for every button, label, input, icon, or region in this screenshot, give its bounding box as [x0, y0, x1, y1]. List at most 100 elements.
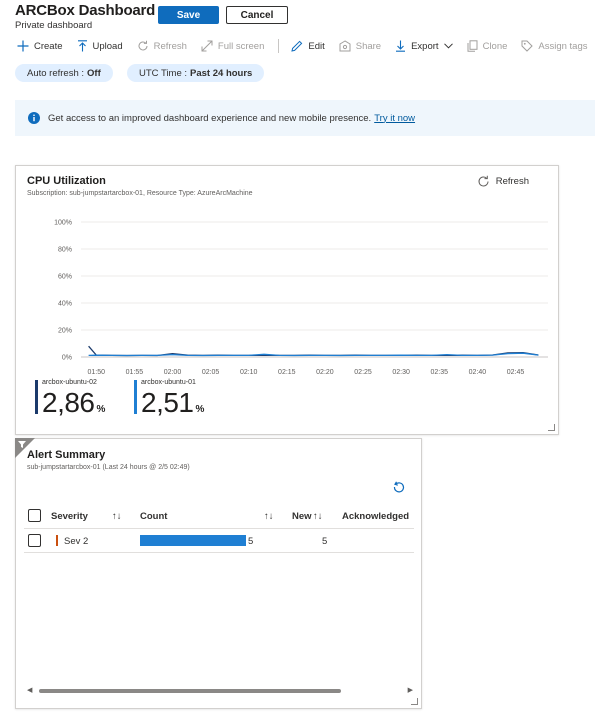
- undo-icon[interactable]: [392, 481, 405, 495]
- refresh-icon: [138, 40, 148, 51]
- scroll-left-icon[interactable]: ◀: [27, 686, 32, 694]
- upload-button[interactable]: Upload: [77, 40, 123, 52]
- auto-refresh-label: Auto refresh :: [27, 67, 85, 79]
- kpi-ubuntu-02-color-bar: [35, 380, 38, 414]
- sort-severity-icon[interactable]: ↑↓: [112, 511, 122, 522]
- alert-summary-tile[interactable]: Alert Summary sub-jumpstartarcbox-01 (La…: [15, 438, 422, 709]
- auto-refresh-filter[interactable]: Auto refresh : Off: [15, 64, 113, 82]
- banner-text: Get access to an improved dashboard expe…: [48, 112, 372, 124]
- header-divider: [24, 528, 414, 529]
- series-line-ubuntu-01: [88, 352, 539, 357]
- cpu-line-chart: 100% 80% 60% 40% 20% 0% 01:50 01:55 02:00 02:05 02…: [54, 220, 548, 376]
- edit-button[interactable]: Edit: [291, 40, 325, 52]
- time-range-label: UTC Time :: [139, 67, 188, 79]
- try-it-now-link[interactable]: Try it now: [374, 113, 415, 124]
- auto-refresh-value: Off: [87, 67, 101, 79]
- edit-label: Edit: [308, 40, 325, 52]
- refresh-label: Refresh: [153, 40, 187, 52]
- download-icon: [396, 40, 406, 52]
- x-tick-label: 02:05: [202, 369, 220, 376]
- expand-icon: [201, 40, 213, 52]
- cpu-utilization-tile[interactable]: CPU Utilization Subscription: sub-jumpst…: [15, 165, 559, 435]
- y-tick-label: 60%: [58, 274, 72, 281]
- share-button[interactable]: Share: [339, 40, 381, 52]
- fullscreen-label: Full screen: [217, 40, 265, 52]
- kpi-ubuntu-01-name: arcbox-ubuntu-01: [141, 379, 196, 386]
- assign-tags-label: Assign tags: [538, 40, 588, 52]
- create-button[interactable]: Create: [17, 40, 63, 52]
- x-tick-label: 02:15: [278, 369, 296, 376]
- column-header-new[interactable]: New: [292, 511, 312, 522]
- save-button[interactable]: Save: [158, 6, 219, 24]
- kpi-ubuntu-01-value: 2,51: [141, 387, 194, 418]
- sort-count-icon[interactable]: ↑↓: [264, 511, 274, 522]
- kpi-ubuntu-01-color-bar: [134, 380, 137, 414]
- toolbar-divider: [278, 39, 280, 53]
- horizontal-scrollbar[interactable]: ◀ ▶: [27, 686, 413, 694]
- row-severity[interactable]: Sev 2: [64, 536, 88, 547]
- clone-label: Clone: [482, 40, 508, 52]
- upload-icon: [77, 40, 87, 52]
- chevron-down-icon: [443, 43, 453, 49]
- cancel-button[interactable]: Cancel: [226, 6, 288, 24]
- x-tick-label: 01:55: [126, 369, 144, 376]
- y-tick-label: 100%: [54, 220, 72, 227]
- row-new: 5: [322, 536, 328, 547]
- kpi-ubuntu-02-value-wrap: 2,86%: [42, 387, 105, 419]
- fullscreen-button[interactable]: Full screen: [201, 40, 264, 52]
- upload-label: Upload: [92, 40, 123, 52]
- column-header-acknowledged[interactable]: Acknowledged: [342, 511, 409, 522]
- command-bar: Create Upload Refresh Full screen Edit S…: [17, 37, 595, 55]
- create-label: Create: [34, 40, 63, 52]
- tag-icon: [521, 40, 534, 52]
- time-range-filter[interactable]: UTC Time : Past 24 hours: [127, 64, 265, 82]
- copy-icon: [467, 40, 478, 52]
- info-icon: [28, 112, 40, 124]
- kpi-ubuntu-02-unit: %: [96, 404, 106, 415]
- time-range-value: Past 24 hours: [190, 67, 253, 79]
- plus-icon: [17, 40, 29, 52]
- assign-tags-button[interactable]: Assign tags: [521, 40, 588, 52]
- dashboard-header: ARCBox Dashboard Private dashboard: [15, 2, 155, 31]
- y-tick-label: 80%: [58, 247, 72, 254]
- select-all-checkbox[interactable]: [28, 509, 41, 522]
- export-button[interactable]: Export: [395, 40, 453, 52]
- clone-button[interactable]: Clone: [467, 40, 508, 52]
- column-header-severity[interactable]: Severity: [51, 511, 88, 522]
- x-tick-label: 02:40: [469, 369, 487, 376]
- scroll-right-icon[interactable]: ▶: [408, 686, 413, 694]
- share-icon: [339, 40, 351, 52]
- tile-resize-handle[interactable]: [548, 424, 555, 431]
- info-banner: Get access to an improved dashboard expe…: [15, 100, 595, 136]
- x-tick-label: 02:30: [392, 369, 410, 376]
- y-tick-label: 40%: [58, 301, 72, 308]
- kpi-ubuntu-01-unit: %: [195, 404, 205, 415]
- severity-color-mark: [56, 535, 58, 546]
- x-tick-label: 02:25: [354, 369, 372, 376]
- alert-tile-subtitle: sub-jumpstartarcbox-01 (Last 24 hours @ …: [27, 464, 190, 471]
- share-label: Share: [355, 40, 382, 52]
- kpi-ubuntu-01-value-wrap: 2,51%: [141, 387, 204, 419]
- column-header-count[interactable]: Count: [140, 511, 167, 522]
- x-tick-label: 01:50: [87, 369, 105, 376]
- row-count: 5: [248, 536, 254, 547]
- tile-resize-handle[interactable]: [411, 698, 418, 705]
- x-tick-label: 02:10: [240, 369, 258, 376]
- refresh-button[interactable]: Refresh: [137, 40, 187, 52]
- page-title: ARCBox Dashboard: [15, 2, 156, 19]
- x-tick-label: 02:00: [164, 369, 182, 376]
- series-line-ubuntu-02: [88, 345, 539, 357]
- y-tick-label: 0%: [62, 355, 72, 362]
- pencil-icon: [291, 40, 303, 52]
- export-label: Export: [411, 40, 439, 52]
- row-divider: [24, 552, 414, 553]
- x-tick-label: 02:20: [316, 369, 334, 376]
- kpi-ubuntu-02-value: 2,86: [42, 387, 95, 418]
- alert-tile-title: Alert Summary: [27, 449, 106, 461]
- sort-new-icon[interactable]: ↑↓: [313, 511, 323, 522]
- count-bar: [140, 535, 246, 546]
- row-checkbox[interactable]: [28, 534, 41, 547]
- scrollbar-thumb[interactable]: [39, 689, 341, 693]
- kpi-ubuntu-02-name: arcbox-ubuntu-02: [42, 379, 97, 386]
- page-subtitle: Private dashboard: [15, 20, 93, 31]
